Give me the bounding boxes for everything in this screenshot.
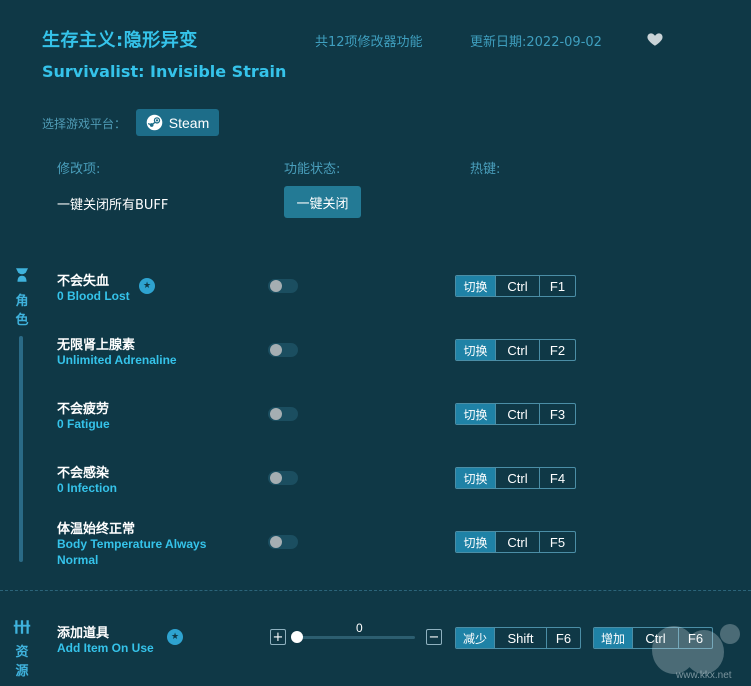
platform-label: 选择游戏平台：: [42, 117, 127, 131]
hotkey-mode: 减少: [456, 628, 494, 648]
item-name-cn: 体温始终正常: [57, 522, 136, 537]
toggle-fatigue[interactable]: [268, 407, 298, 421]
category-role-char1: 角: [15, 294, 29, 309]
hotkey-mode: 增加: [594, 628, 632, 648]
feature-count: 共12项修改器功能: [315, 35, 423, 50]
hotkey-modifier: Shift: [494, 628, 546, 648]
toggle-infection[interactable]: [268, 471, 298, 485]
item-name-en: 0 Infection: [57, 481, 118, 495]
hotkey-infection[interactable]: 切换 Ctrl F4: [455, 467, 576, 489]
section-divider: [0, 590, 751, 591]
steam-icon: [146, 114, 163, 131]
hotkey-mode: 切换: [456, 340, 495, 360]
column-header-status: 功能状态:: [284, 162, 341, 177]
hotkey-adrenaline[interactable]: 切换 Ctrl F2: [455, 339, 576, 361]
hotkey-decrease[interactable]: 减少 Shift F6: [455, 627, 581, 649]
hotkey-key: F5: [539, 532, 575, 552]
steam-platform-button[interactable]: Steam: [136, 109, 219, 136]
hotkey-modifier: Ctrl: [495, 468, 539, 488]
item-name-en: 0 Fatigue: [57, 417, 110, 431]
all-buff-label: 一键关闭所有BUFF: [57, 198, 169, 213]
heart-icon[interactable]: [646, 30, 664, 48]
category-rail: [19, 336, 23, 562]
item-name-cn: 无限肾上腺素: [57, 338, 136, 353]
item-name-en-line2: Normal: [57, 553, 99, 567]
category-resource-char2: 源: [15, 664, 29, 679]
hotkey-mode: 切换: [456, 276, 495, 296]
column-header-hotkey: 热键:: [470, 162, 501, 177]
update-date: 更新日期:2022-09-02: [470, 35, 602, 50]
page-title-cn: 生存主义:隐形异变: [42, 30, 198, 51]
hotkey-mode: 切换: [456, 532, 495, 552]
category-role-char2: 色: [15, 313, 29, 328]
category-resource-char1: 资: [15, 645, 29, 660]
hotkey-modifier: Ctrl: [495, 404, 539, 424]
hotkey-mode: 切换: [456, 468, 495, 488]
toggle-body-temperature[interactable]: [268, 535, 298, 549]
hotkey-key: F1: [539, 276, 575, 296]
character-icon: [16, 268, 28, 282]
slider-value: 0: [356, 621, 363, 635]
watermark-text: www.kkx.net: [676, 670, 732, 681]
hotkey-blood-lost[interactable]: 切换 Ctrl F1: [455, 275, 576, 297]
hotkey-fatigue[interactable]: 切换 Ctrl F3: [455, 403, 576, 425]
slider-track[interactable]: [298, 636, 415, 639]
page-title-en: Survivalist: Invisible Strain: [42, 62, 287, 81]
hotkey-key: F4: [539, 468, 575, 488]
hotkey-modifier: Ctrl: [495, 276, 539, 296]
hotkey-key: F2: [539, 340, 575, 360]
item-name-en: Add Item On Use: [57, 641, 154, 655]
close-all-buff-button[interactable]: 一键关闭: [284, 186, 361, 218]
hotkey-key: F3: [539, 404, 575, 424]
item-name-cn: 不会失血: [57, 274, 110, 289]
star-badge-icon: ★: [139, 278, 155, 294]
hotkey-key: F6: [546, 628, 580, 648]
slider-handle[interactable]: [291, 631, 303, 643]
resource-icon: [13, 620, 31, 634]
item-name-en-line1: Body Temperature Always: [57, 537, 207, 551]
steam-label: Steam: [168, 114, 210, 131]
hotkey-body-temperature[interactable]: 切换 Ctrl F5: [455, 531, 576, 553]
hotkey-modifier: Ctrl: [495, 532, 539, 552]
item-name-cn: 添加道具: [57, 626, 110, 641]
increase-step-button[interactable]: +: [270, 629, 286, 645]
item-name-cn: 不会感染: [57, 466, 110, 481]
hotkey-modifier: Ctrl: [495, 340, 539, 360]
toggle-adrenaline[interactable]: [268, 343, 298, 357]
column-header-mod: 修改项:: [57, 162, 101, 177]
hotkey-mode: 切换: [456, 404, 495, 424]
item-name-cn: 不会疲劳: [57, 402, 110, 417]
item-name-en: 0 Blood Lost: [57, 289, 130, 303]
star-badge-icon: ★: [167, 629, 183, 645]
toggle-blood-lost[interactable]: [268, 279, 298, 293]
item-name-en: Unlimited Adrenaline: [57, 353, 177, 367]
decrease-step-button[interactable]: −: [426, 629, 442, 645]
